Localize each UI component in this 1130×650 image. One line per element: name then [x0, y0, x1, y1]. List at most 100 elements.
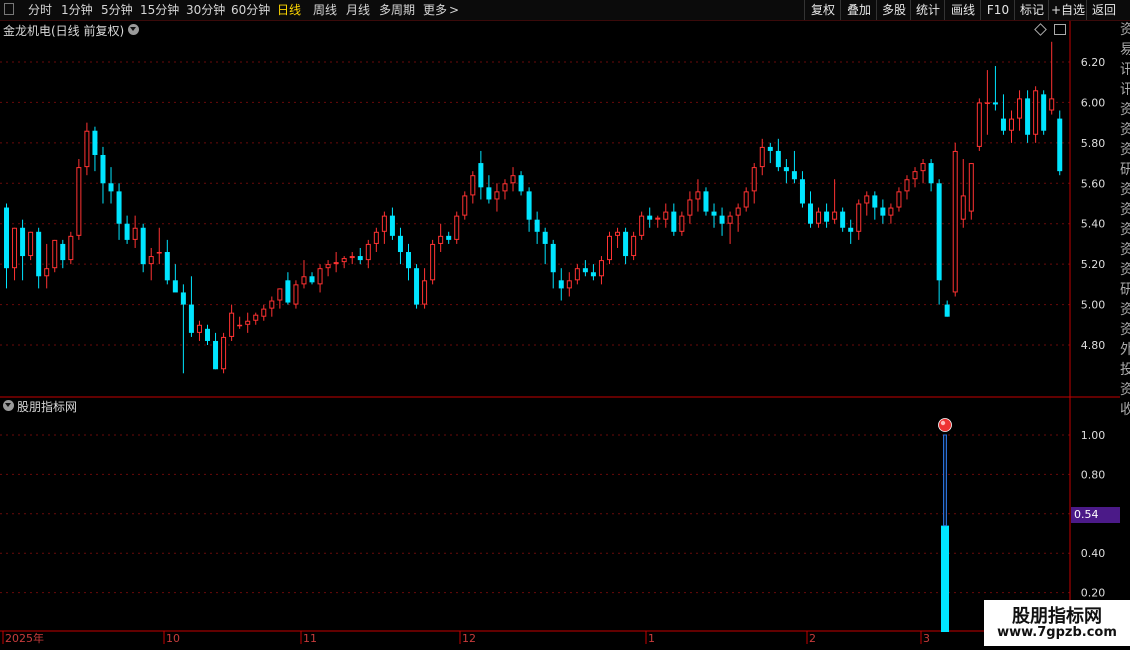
- candle[interactable]: [598, 256, 604, 285]
- candle[interactable]: [502, 179, 508, 200]
- candle[interactable]: [381, 211, 387, 244]
- candle[interactable]: [373, 227, 379, 253]
- candle[interactable]: [623, 227, 629, 265]
- tab-3[interactable]: 15分钟: [140, 0, 179, 20]
- candle[interactable]: [68, 231, 74, 265]
- candle[interactable]: [582, 260, 588, 277]
- candle[interactable]: [317, 264, 323, 293]
- candle[interactable]: [20, 219, 26, 281]
- candle[interactable]: [1049, 41, 1055, 115]
- candle[interactable]: [1041, 90, 1047, 135]
- candle[interactable]: [261, 304, 267, 321]
- candle[interactable]: [960, 159, 966, 228]
- candle[interactable]: [325, 260, 331, 277]
- tab-9[interactable]: 多周期: [379, 0, 415, 20]
- candle[interactable]: [743, 187, 749, 212]
- candle[interactable]: [132, 215, 138, 248]
- candle[interactable]: [140, 223, 146, 273]
- candle[interactable]: [422, 268, 428, 309]
- candle[interactable]: [1017, 90, 1023, 131]
- candle[interactable]: [872, 191, 878, 220]
- candle[interactable]: [775, 138, 781, 172]
- candle[interactable]: [783, 159, 789, 184]
- candle[interactable]: [751, 163, 757, 204]
- candle[interactable]: [108, 167, 114, 204]
- candle[interactable]: [213, 332, 219, 370]
- candle[interactable]: [799, 171, 805, 208]
- candle[interactable]: [470, 171, 476, 204]
- candle[interactable]: [357, 247, 363, 265]
- candle[interactable]: [888, 203, 894, 224]
- candle[interactable]: [253, 312, 259, 325]
- candle[interactable]: [904, 175, 910, 200]
- candle[interactable]: [52, 239, 58, 273]
- candle[interactable]: [446, 231, 452, 244]
- candle[interactable]: [896, 187, 902, 212]
- tool-button-1[interactable]: 叠加: [840, 0, 877, 20]
- candle[interactable]: [976, 98, 982, 151]
- candle[interactable]: [703, 187, 709, 216]
- candle[interactable]: [1025, 90, 1031, 143]
- candle[interactable]: [221, 332, 227, 374]
- tab-4[interactable]: 30分钟: [186, 0, 225, 20]
- tool-button-3[interactable]: 统计: [910, 0, 945, 20]
- candle[interactable]: [333, 252, 339, 273]
- candle[interactable]: [671, 203, 677, 236]
- candle[interactable]: [647, 207, 653, 228]
- candle[interactable]: [687, 191, 693, 224]
- candle[interactable]: [414, 264, 420, 309]
- more-arrow-icon[interactable]: >: [449, 0, 459, 20]
- candle[interactable]: [550, 239, 556, 289]
- candle[interactable]: [341, 256, 347, 269]
- candle[interactable]: [631, 231, 637, 261]
- candle[interactable]: [478, 150, 484, 200]
- candle[interactable]: [880, 199, 886, 224]
- candle[interactable]: [454, 211, 460, 244]
- tool-button-2[interactable]: 多股: [876, 0, 911, 20]
- tab-10[interactable]: 更多: [423, 0, 447, 20]
- candle[interactable]: [695, 179, 701, 212]
- tool-button-8[interactable]: 返回: [1086, 0, 1121, 20]
- tool-button-4[interactable]: 画线: [944, 0, 981, 20]
- candle[interactable]: [28, 231, 34, 261]
- candle[interactable]: [679, 211, 685, 236]
- tab-5[interactable]: 60分钟: [231, 0, 270, 20]
- candle[interactable]: [791, 150, 797, 184]
- news-strip[interactable]: 资易讯讯资资资研资资资资资研资资外投资收: [1120, 20, 1130, 640]
- candle[interactable]: [558, 268, 564, 301]
- candle[interactable]: [719, 207, 725, 236]
- candle[interactable]: [936, 179, 942, 305]
- candle[interactable]: [309, 272, 315, 285]
- candle[interactable]: [349, 252, 355, 265]
- title-dropdown-icon[interactable]: [128, 24, 139, 35]
- candle[interactable]: [486, 175, 492, 204]
- candlestick-series[interactable]: [4, 41, 1063, 374]
- candle[interactable]: [1057, 110, 1063, 176]
- candle[interactable]: [438, 223, 444, 253]
- candle[interactable]: [615, 227, 621, 248]
- candle[interactable]: [494, 183, 500, 212]
- candle[interactable]: [124, 215, 130, 244]
- candle[interactable]: [196, 320, 202, 341]
- menu-icon[interactable]: [4, 3, 14, 15]
- candle[interactable]: [767, 142, 773, 164]
- tool-button-0[interactable]: 复权: [804, 0, 841, 20]
- candle[interactable]: [864, 191, 870, 216]
- candle[interactable]: [277, 288, 283, 309]
- candle[interactable]: [237, 316, 243, 329]
- candle[interactable]: [1000, 94, 1006, 135]
- candle[interactable]: [590, 264, 596, 281]
- tab-1[interactable]: 1分钟: [61, 0, 93, 20]
- candle[interactable]: [518, 171, 524, 196]
- candle[interactable]: [816, 207, 822, 228]
- candle[interactable]: [510, 167, 516, 192]
- candle[interactable]: [920, 159, 926, 184]
- candle[interactable]: [12, 227, 18, 281]
- candle[interactable]: [172, 264, 178, 293]
- candle[interactable]: [968, 163, 974, 220]
- candle[interactable]: [984, 70, 990, 135]
- tab-0[interactable]: 分时: [28, 0, 52, 20]
- tool-button-5[interactable]: F10: [980, 0, 1015, 20]
- candle[interactable]: [462, 191, 468, 220]
- candle[interactable]: [301, 260, 307, 289]
